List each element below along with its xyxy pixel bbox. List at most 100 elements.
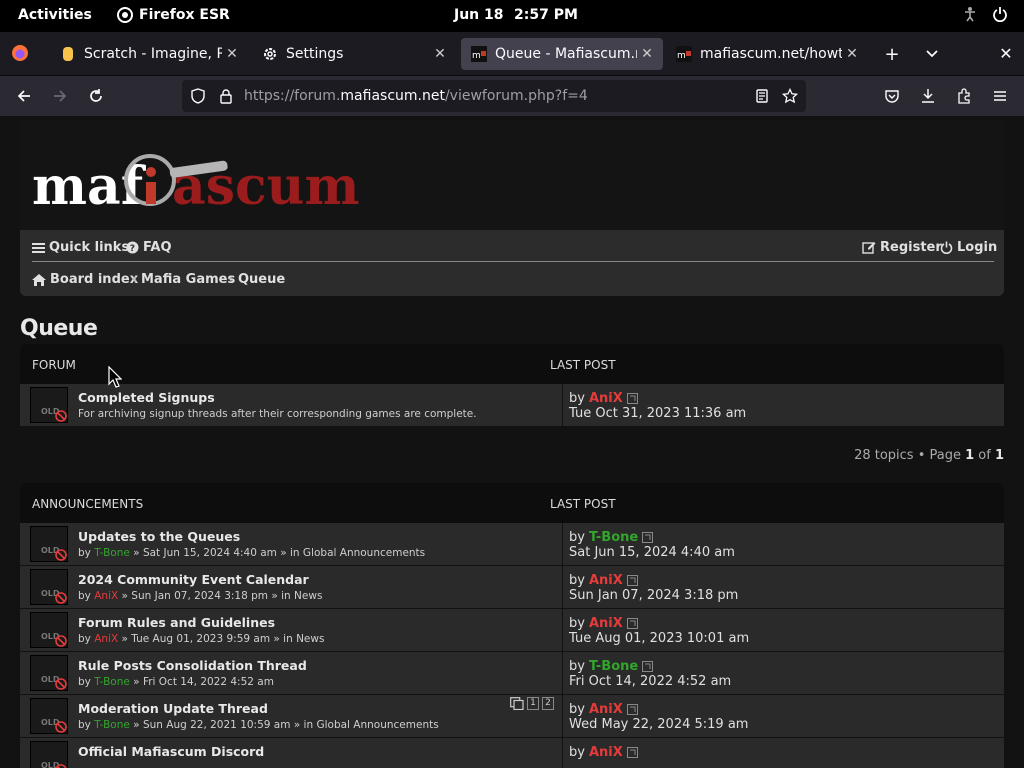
register-link[interactable]: Register: [862, 240, 942, 255]
by-label: by: [78, 547, 91, 559]
close-icon[interactable]: ✕: [222, 46, 242, 62]
clock-date[interactable]: Jun 18: [454, 7, 504, 23]
topic-title-link[interactable]: Forum Rules and Guidelines: [78, 615, 275, 630]
lock-icon[interactable]: [218, 88, 234, 108]
tab-settings[interactable]: Settings ✕: [252, 38, 456, 70]
username-link[interactable]: T-Bone: [589, 659, 638, 674]
forum-description: For archiving signup threads after their…: [78, 408, 477, 420]
system-menu[interactable]: [962, 6, 1008, 22]
app-menu[interactable]: Firefox ESR: [117, 7, 230, 23]
last-post-by: by T-Bone: [569, 530, 654, 545]
announcements-table-header: ANNOUNCEMENTS LAST POST: [20, 483, 1004, 523]
topic-title-link[interactable]: Official Mafiascum Discord: [78, 744, 264, 759]
extensions-button[interactable]: [954, 86, 974, 106]
forum-title-link[interactable]: Completed Signups: [78, 390, 215, 405]
author-link[interactable]: AniX: [94, 633, 118, 645]
last-post-time: Tue Oct 31, 2023 11:36 am: [569, 406, 747, 421]
topic-date: » Fri Oct 14, 2022 4:52 am: [129, 676, 274, 688]
tab-scratch[interactable]: Scratch - Imagine, Prog ✕: [50, 38, 248, 70]
announcement-row: OLD Forum Rules and Guidelines by AniX » T…: [20, 609, 1004, 652]
forum-row: OLD Completed Signups For archiving sign…: [20, 384, 1004, 427]
breadcrumb-mafia-games[interactable]: Mafia Games: [141, 272, 235, 287]
login-label: Login: [957, 240, 998, 255]
last-post-by: by AniX: [569, 702, 638, 717]
topic-title-link[interactable]: Updates to the Queues: [78, 529, 240, 544]
mafiascum-favicon: m: [676, 46, 692, 62]
new-tab-button[interactable]: +: [880, 44, 904, 65]
username-link[interactable]: T-Bone: [589, 530, 638, 545]
page-link[interactable]: 1: [527, 697, 539, 710]
last-post-by: by AniX: [569, 391, 638, 406]
url-bar[interactable]: https://forum.mafiascum.net/viewforum.ph…: [182, 80, 806, 112]
site-logo[interactable]: maf ascum: [32, 136, 362, 220]
view-latest-post-icon[interactable]: [626, 704, 638, 715]
faq-link[interactable]: ? FAQ: [126, 240, 172, 255]
last-post-by: by AniX: [569, 616, 638, 631]
reload-button[interactable]: [86, 86, 106, 106]
tab-howto[interactable]: m mafiascum.net/howto/ ✕: [666, 38, 868, 70]
tab-queue[interactable]: m Queue - Mafiascum.net ✕: [461, 38, 663, 70]
by-label: by: [569, 659, 585, 674]
topic-meta: by AniX » Sun Jan 07, 2024 3:18 pm » in …: [78, 590, 322, 602]
page-link[interactable]: 2: [542, 697, 554, 710]
last-post-column-header: LAST POST: [550, 358, 616, 372]
svg-text:m: m: [677, 51, 686, 61]
topic-locked-icon: OLD: [30, 741, 68, 768]
view-latest-post-icon[interactable]: [626, 618, 638, 629]
topic-locked-icon: OLD: [30, 698, 68, 734]
username-link[interactable]: AniX: [589, 616, 623, 631]
topic-title-link[interactable]: Rule Posts Consolidation Thread: [78, 658, 307, 673]
breadcrumb-queue[interactable]: Queue: [238, 272, 285, 287]
back-button[interactable]: [14, 86, 34, 106]
downloads-button[interactable]: [918, 86, 938, 106]
username-link[interactable]: AniX: [589, 573, 623, 588]
author-link[interactable]: T-Bone: [94, 676, 130, 688]
view-latest-post-icon[interactable]: [626, 393, 638, 404]
view-latest-post-icon[interactable]: [642, 532, 654, 543]
last-post-by: by AniX: [569, 573, 638, 588]
announcement-row-main: OLD Rule Posts Consolidation Thread by T-B…: [20, 652, 563, 694]
pages-icon: [510, 697, 524, 710]
url-text[interactable]: https://forum.mafiascum.net/viewforum.ph…: [244, 88, 588, 104]
close-icon[interactable]: ✕: [637, 46, 657, 62]
close-icon[interactable]: ✕: [430, 46, 450, 62]
last-post-by: by T-Bone: [569, 659, 654, 674]
no-entry-icon: [55, 410, 67, 422]
breadcrumb-board-index[interactable]: Board index: [32, 272, 138, 287]
quick-links-menu[interactable]: Quick links: [32, 240, 129, 255]
close-icon[interactable]: ✕: [842, 46, 862, 62]
username-link[interactable]: AniX: [589, 702, 623, 717]
topic-title-link[interactable]: Moderation Update Thread: [78, 701, 268, 716]
view-latest-post-icon[interactable]: [626, 575, 638, 586]
reader-view-icon[interactable]: [754, 88, 770, 108]
url-path: /viewforum.php?f=4: [444, 88, 588, 104]
close-window-button[interactable]: ✕: [994, 44, 1018, 63]
activities-button[interactable]: Activities: [18, 7, 92, 23]
topic-title-link[interactable]: 2024 Community Event Calendar: [78, 572, 309, 587]
register-label: Register: [880, 240, 942, 255]
bars-icon: [32, 242, 45, 253]
breadcrumb-separator: ‹: [228, 272, 234, 287]
view-latest-post-icon[interactable]: [626, 747, 638, 758]
username-link[interactable]: AniX: [589, 391, 623, 406]
firefox-icon: [12, 45, 28, 61]
view-latest-post-icon[interactable]: [642, 661, 654, 672]
last-post-by: by AniX: [569, 745, 638, 760]
author-link[interactable]: T-Bone: [94, 547, 130, 559]
login-link[interactable]: Login: [940, 240, 997, 255]
svg-text:m: m: [472, 51, 481, 61]
page-title[interactable]: Queue: [20, 316, 98, 341]
bookmark-star-icon[interactable]: [781, 87, 799, 108]
firefox-view-button[interactable]: [8, 44, 32, 67]
list-all-tabs-button[interactable]: [920, 44, 944, 65]
forward-button[interactable]: [50, 86, 70, 106]
shield-icon[interactable]: [190, 88, 206, 108]
author-link[interactable]: T-Bone: [94, 719, 130, 731]
pocket-button[interactable]: [882, 86, 902, 106]
username-link[interactable]: AniX: [589, 745, 623, 760]
clock-time[interactable]: 2:57 PM: [514, 7, 578, 23]
author-link[interactable]: AniX: [94, 590, 118, 602]
app-menu-button[interactable]: [990, 86, 1010, 106]
topic-meta: by AniX » Tue Aug 01, 2023 9:59 am » in …: [78, 633, 324, 645]
forum-locked-icon: OLD: [30, 387, 68, 423]
